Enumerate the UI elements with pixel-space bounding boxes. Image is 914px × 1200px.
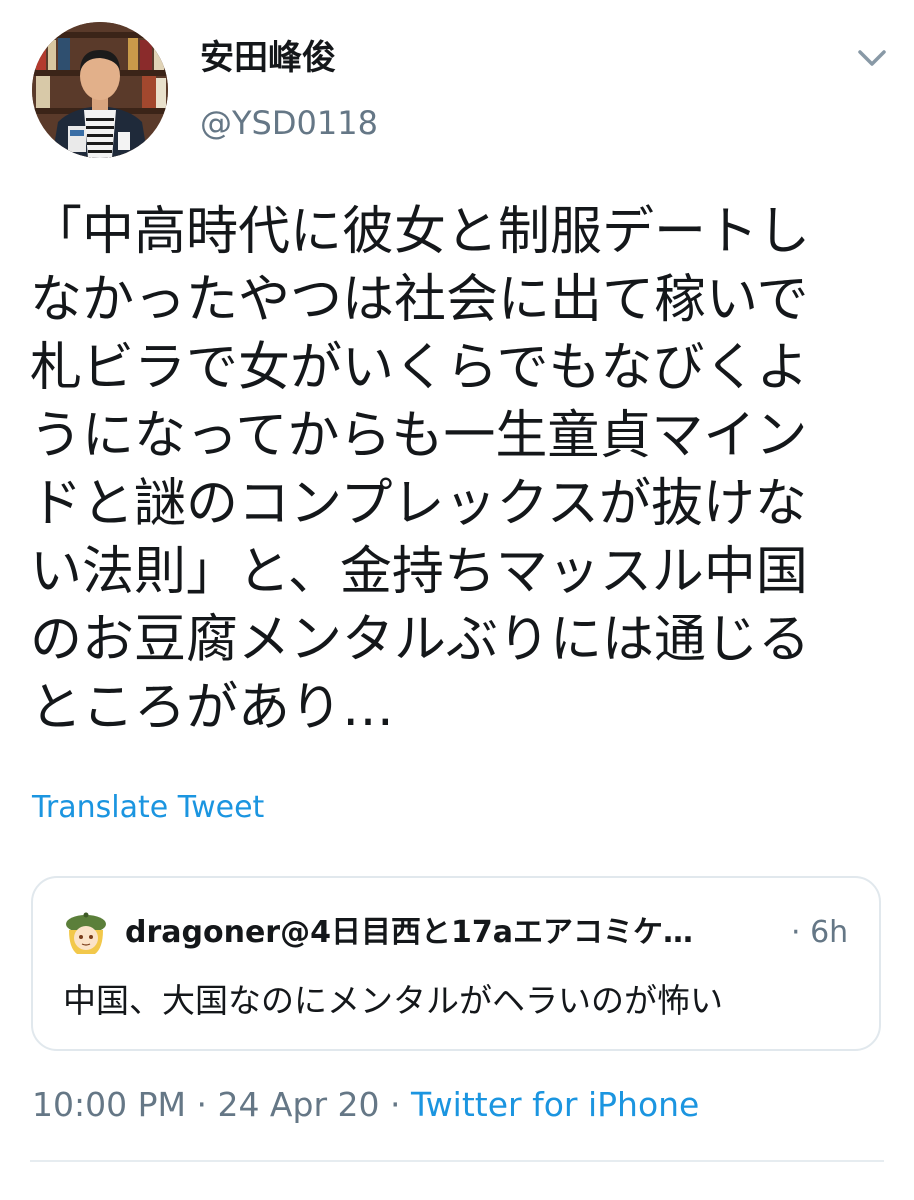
tweet-source-link[interactable]: Twitter for iPhone	[411, 1085, 699, 1124]
meta-separator: ·	[379, 1085, 411, 1124]
quoted-user-avatar	[61, 908, 111, 958]
tweet-detail: 安田峰俊 @YSD0118 「中高時代に彼女と制服デートし なかったやつは社会に…	[0, 0, 914, 1200]
quoted-author-name: dragoner@4日目西と17aエアコミケ…	[125, 915, 693, 950]
tweet-date: 24 Apr 20	[217, 1085, 380, 1124]
tweet-meta: 10:00 PM · 24 Apr 20 · Twitter for iPhon…	[32, 1082, 699, 1128]
meta-separator: ·	[185, 1085, 218, 1124]
quoted-tweet-card[interactable]: dragoner@4日目西と17aエアコミケ… · 6h 中国、大国なのにメンタ…	[31, 876, 881, 1051]
tweet-text-line: い法則」と、金持ちマッスル中国	[30, 542, 808, 602]
tweet-text-line: ところがあり…	[30, 678, 395, 738]
chevron-down-icon-glyph	[858, 50, 886, 66]
tweet-text-line: なかったやつは社会に出て稼いで	[30, 270, 809, 330]
author-handle[interactable]: @YSD0118	[200, 102, 378, 144]
translate-tweet-link[interactable]: Translate Tweet	[32, 788, 264, 828]
author-display-name[interactable]: 安田峰俊	[200, 36, 336, 80]
tweet-time: 10:00 PM	[32, 1085, 186, 1124]
avatar-image	[32, 22, 168, 158]
tweet-text: 「中高時代に彼女と制服デートし なかったやつは社会に出て稼いで 札ビラで女がいく…	[30, 198, 880, 742]
chevron-down-icon[interactable]	[852, 44, 892, 74]
tweet-text-line: のお豆腐メンタルぶりには通じる	[30, 610, 811, 670]
tweet-text-line: 札ビラで女がいくらでもなびくよ	[30, 338, 809, 398]
quoted-tweet-time: · 6h	[791, 915, 849, 950]
quoted-user-avatar-image	[61, 908, 111, 958]
quoted-tweet-text: 中国、大国なのにメンタルがヘラいのが怖い	[63, 981, 723, 1020]
tweet-text-line: うになってからも一生童貞マイン	[30, 406, 808, 466]
tweet-text-line: ドと謎のコンプレックスが抜けな	[30, 474, 807, 534]
divider	[30, 1160, 884, 1162]
avatar[interactable]	[32, 22, 168, 158]
tweet-text-line: 「中高時代に彼女と制服デートし	[30, 202, 811, 262]
